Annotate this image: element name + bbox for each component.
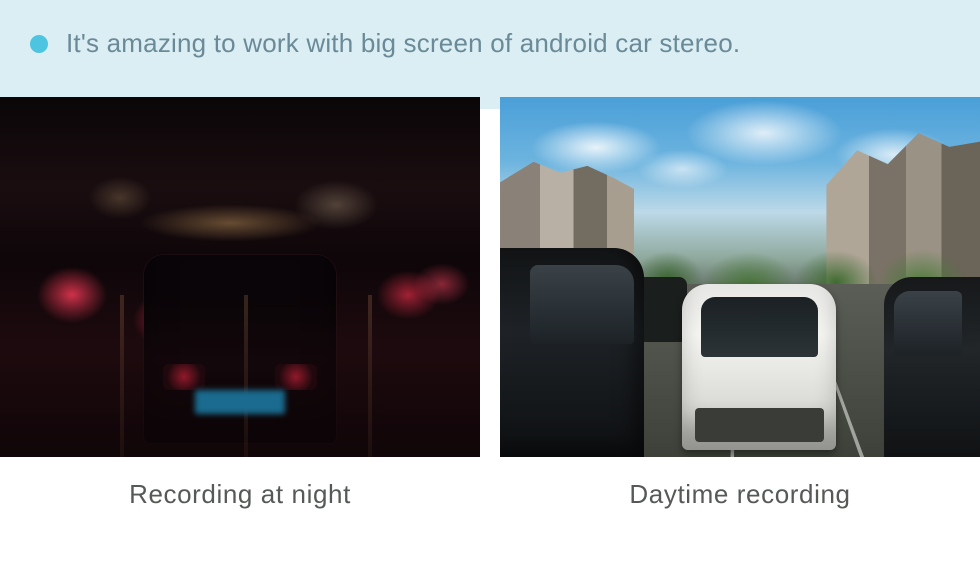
day-vehicle-center xyxy=(682,284,836,450)
day-recording-image xyxy=(500,97,980,457)
right-panel: Daytime recording xyxy=(500,97,980,510)
day-vehicle-left xyxy=(500,248,644,457)
left-caption: Recording at night xyxy=(0,479,480,510)
night-vehicle xyxy=(144,255,336,442)
feature-header: It's amazing to work with big screen of … xyxy=(0,0,980,109)
comparison-row: Recording at night Daytime recording xyxy=(0,97,980,510)
night-plate xyxy=(195,390,285,414)
right-caption: Daytime recording xyxy=(500,479,980,510)
night-recording-image xyxy=(0,97,480,457)
headline-text: It's amazing to work with big screen of … xyxy=(66,28,740,59)
left-panel: Recording at night xyxy=(0,97,480,510)
day-vehicle-right xyxy=(884,277,980,457)
bullet-icon xyxy=(30,35,48,53)
